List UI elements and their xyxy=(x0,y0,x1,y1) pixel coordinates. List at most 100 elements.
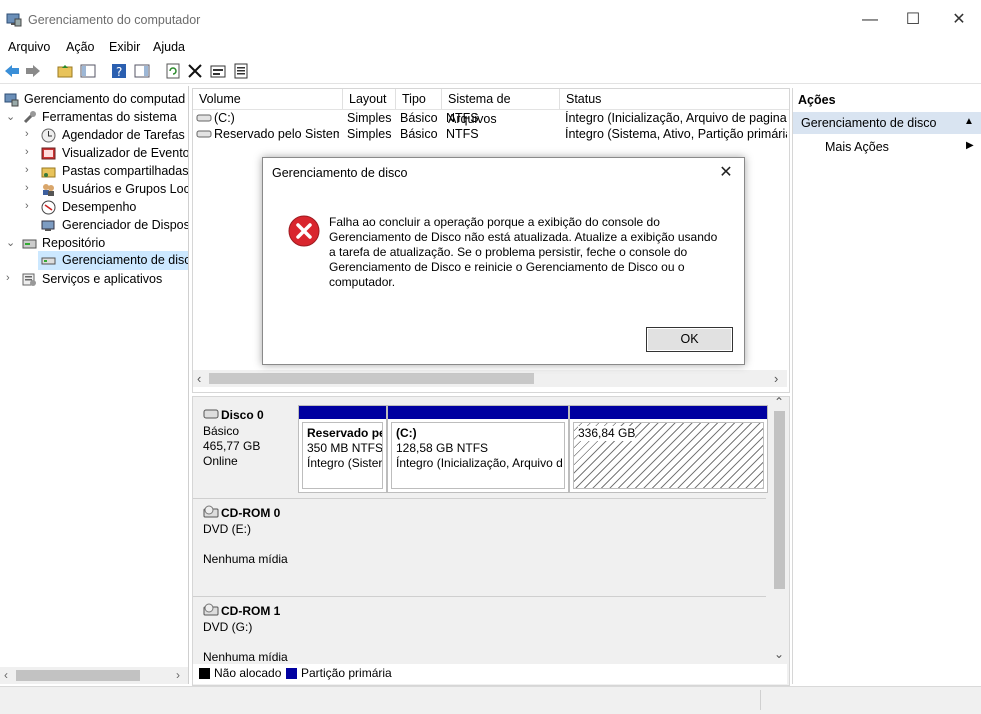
scrollbar-thumb[interactable] xyxy=(16,670,140,681)
tree-label: Serviços e aplicativos xyxy=(42,272,163,286)
menu-arquivo[interactable]: Arquivo xyxy=(8,40,50,54)
chevron-down-icon[interactable]: ⌄ xyxy=(6,236,15,249)
disk0-partitions: Reservado pe 350 MB NTFS Íntegro (Sister… xyxy=(298,403,768,497)
legend-swatch-unallocated xyxy=(199,668,210,679)
maximize-button[interactable]: ☐ xyxy=(901,8,925,32)
actions-section[interactable]: Gerenciamento de disco ▲ xyxy=(793,112,981,134)
list-horizontal-scrollbar[interactable]: ‹ › xyxy=(193,370,787,387)
users-icon xyxy=(41,182,56,197)
dialog-title: Gerenciamento de disco xyxy=(272,166,408,180)
toolbar: ? xyxy=(0,59,981,84)
tree-item-event-viewer[interactable]: › Visualizador de Eventos xyxy=(0,145,188,163)
tree-item-shared-folders[interactable]: › Pastas compartilhadas xyxy=(0,163,188,181)
tree-label: Visualizador de Eventos xyxy=(62,146,189,160)
refresh-icon[interactable] xyxy=(164,62,182,80)
dialog-message: Falha ao concluir a operação porque a ex… xyxy=(329,215,718,289)
column-volume[interactable]: Volume xyxy=(193,89,343,109)
scroll-right-icon[interactable]: › xyxy=(176,668,180,682)
chevron-down-icon[interactable]: ⌄ xyxy=(6,110,15,123)
help-icon[interactable]: ? xyxy=(110,62,128,80)
status-divider xyxy=(760,690,761,710)
legend: Não alocado Partição primária xyxy=(193,664,787,684)
show-hide-tree-icon[interactable] xyxy=(79,62,97,80)
cell-tipo: Básico xyxy=(400,127,438,141)
event-viewer-icon xyxy=(41,146,56,161)
tree-label: Agendador de Tarefas xyxy=(62,128,185,142)
tree-label: Repositório xyxy=(42,236,106,250)
chevron-right-icon[interactable]: › xyxy=(25,146,29,158)
tree-item-services[interactable]: › Serviços e aplicativos xyxy=(0,271,188,289)
disk-media: Nenhuma mídia xyxy=(203,650,288,664)
cell-volume: (C:) xyxy=(214,111,235,125)
tree-horizontal-scrollbar[interactable]: ‹ › xyxy=(0,667,188,684)
minimize-button[interactable]: — xyxy=(858,8,882,32)
forward-arrow-icon[interactable] xyxy=(24,62,42,80)
tree-item-device-manager[interactable]: Gerenciador de Disposit xyxy=(0,217,188,235)
tree-item-performance[interactable]: › Desempenho xyxy=(0,199,188,217)
cdrom0-label[interactable]: CD-ROM 0 DVD (E:) Nenhuma mídia xyxy=(193,501,297,597)
properties-icon[interactable] xyxy=(209,62,227,80)
menu-ajuda[interactable]: Ajuda xyxy=(153,40,185,54)
disk-vertical-scrollbar[interactable]: ⌃ ⌄ xyxy=(771,395,788,665)
table-row[interactable]: Reservado pelo Sistema Simples Básico NT… xyxy=(193,127,789,142)
ok-button[interactable]: OK xyxy=(646,327,733,352)
disk0-label[interactable]: Disco 0 Básico 465,77 GB Online xyxy=(193,403,297,497)
drive-icon xyxy=(196,128,212,143)
column-tipo[interactable]: Tipo xyxy=(396,89,442,109)
actions-header: Ações xyxy=(798,93,836,107)
delete-icon[interactable] xyxy=(186,62,204,80)
close-icon[interactable]: ✕ xyxy=(716,162,736,182)
menu-acao[interactable]: Ação xyxy=(66,40,95,54)
tree-item-root[interactable]: Gerenciamento do computad xyxy=(4,91,188,109)
chevron-right-icon[interactable]: › xyxy=(6,272,10,284)
scroll-left-icon[interactable]: ‹ xyxy=(197,371,201,386)
cell-status: Íntegro (Inicialização, Arquivo de pagin… xyxy=(565,111,787,125)
scroll-up-icon[interactable]: ⌃ xyxy=(774,395,784,409)
scrollbar-thumb[interactable] xyxy=(774,411,785,589)
scroll-down-icon[interactable]: ⌄ xyxy=(774,647,784,661)
tree-item-users-groups[interactable]: › Usuários e Grupos Loca xyxy=(0,181,188,199)
partition-unallocated[interactable]: 336,84 GB xyxy=(569,405,768,493)
partition-size: 336,84 GB xyxy=(578,426,636,441)
legend-primary: Partição primária xyxy=(301,666,392,680)
device-manager-icon xyxy=(41,218,56,233)
tree-item-task-scheduler[interactable]: › Agendador de Tarefas xyxy=(0,127,188,145)
partition-c[interactable]: (C:) 128,58 GB NTFS Íntegro (Inicializaç… xyxy=(387,405,569,493)
chevron-right-icon[interactable]: › xyxy=(25,182,29,194)
more-actions-item[interactable]: Mais Ações ▶ xyxy=(793,138,981,158)
disk-graphical-view: Disco 0 Básico 465,77 GB Online Reservad… xyxy=(192,395,790,686)
show-action-pane-icon[interactable] xyxy=(133,62,151,80)
actions-pane: Ações Gerenciamento de disco ▲ Mais Açõe… xyxy=(792,88,981,684)
disk-drive: DVD (G:) xyxy=(203,620,253,634)
disk-name: Disco 0 xyxy=(221,408,264,422)
column-layout[interactable]: Layout xyxy=(343,89,396,109)
scroll-right-icon[interactable]: › xyxy=(774,371,778,386)
collapse-up-icon[interactable]: ▲ xyxy=(964,116,974,127)
scroll-left-icon[interactable]: ‹ xyxy=(4,668,8,682)
tree-label: Gerenciamento do computad xyxy=(24,92,186,106)
menu-exibir[interactable]: Exibir xyxy=(109,40,140,54)
status-bar xyxy=(0,686,981,714)
folder-up-icon[interactable] xyxy=(56,62,74,80)
tree-label: Ferramentas do sistema xyxy=(42,110,177,124)
chevron-right-icon[interactable]: › xyxy=(25,200,29,212)
tree-item-disk-management[interactable]: Gerenciamento de disco xyxy=(38,251,188,270)
back-arrow-icon[interactable] xyxy=(3,62,21,80)
table-row[interactable]: (C:) Simples Básico NTFS Íntegro (Inicia… xyxy=(193,111,789,126)
storage-icon xyxy=(22,236,37,251)
disk-drive: DVD (E:) xyxy=(203,522,251,536)
export-list-icon[interactable] xyxy=(232,62,250,80)
svg-text:?: ? xyxy=(116,65,122,79)
cdrom1-label[interactable]: CD-ROM 1 DVD (G:) Nenhuma mídia xyxy=(193,599,297,665)
column-status[interactable]: Status xyxy=(560,89,789,109)
tree-item-system-tools[interactable]: ⌄ Ferramentas do sistema xyxy=(0,109,188,127)
legend-unallocated: Não alocado xyxy=(214,666,282,680)
close-window-button[interactable]: ✕ xyxy=(947,8,971,32)
partition-reserved[interactable]: Reservado pe 350 MB NTFS Íntegro (Sister xyxy=(298,405,387,493)
services-icon xyxy=(22,272,37,287)
scrollbar-thumb[interactable] xyxy=(209,373,534,384)
chevron-right-icon[interactable]: › xyxy=(25,128,29,140)
column-filesystem[interactable]: Sistema de Arquivos xyxy=(442,89,560,126)
tree-label: Gerenciamento de disco xyxy=(62,253,189,267)
chevron-right-icon[interactable]: › xyxy=(25,164,29,176)
